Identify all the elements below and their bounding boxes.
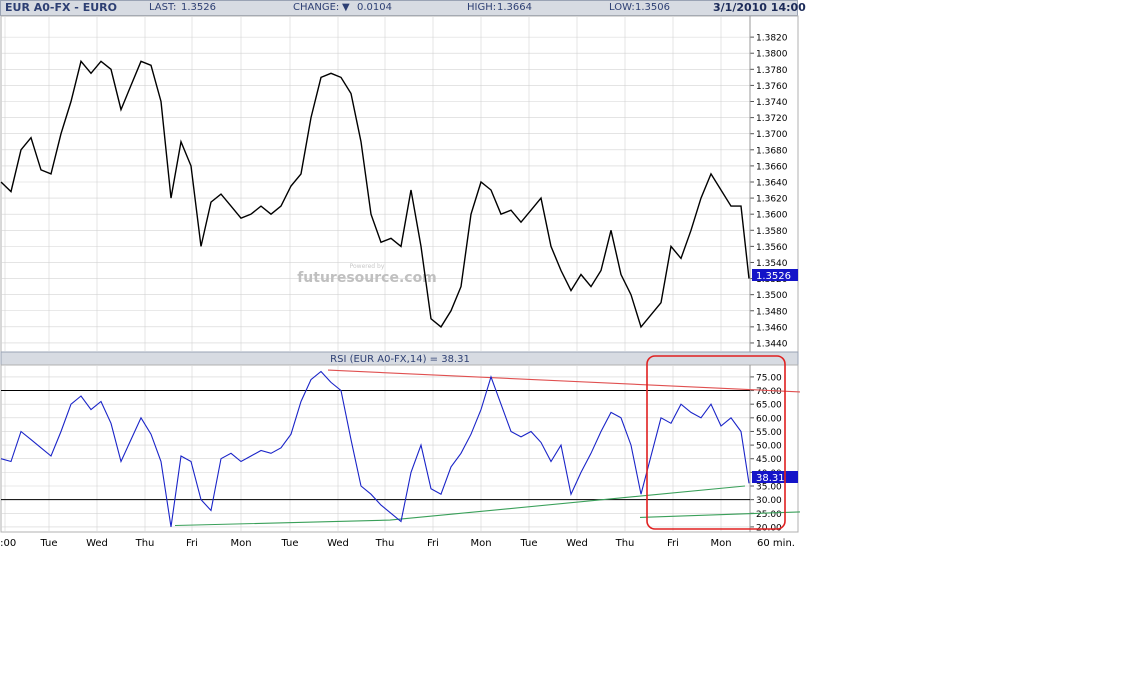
price-panel <box>0 15 799 353</box>
price-tick-label: 1.3600 <box>756 211 788 221</box>
x-tick-label: 5:00 <box>0 538 16 549</box>
chart-frame: EUR A0-FX - EURO LAST: 1.3526 CHANGE: ▼ … <box>0 0 806 550</box>
x-tick-label: Fri <box>667 538 679 549</box>
rsi-tick-label: 65.00 <box>756 401 782 411</box>
price-tick-label: 1.3820 <box>756 34 788 44</box>
rsi-tick-label: 25.00 <box>756 510 782 520</box>
x-tick-label: Mon <box>470 538 491 549</box>
x-tick-label: Fri <box>427 538 439 549</box>
x-tick-label: Tue <box>519 538 537 549</box>
price-tick-label: 1.3760 <box>756 82 788 92</box>
price-tick-label: 1.3500 <box>756 291 788 301</box>
x-tick-label: Wed <box>566 538 588 549</box>
x-tick-label: Thu <box>615 538 635 549</box>
price-tick-label: 1.3700 <box>756 130 788 140</box>
price-tick-label: 1.3460 <box>756 323 788 333</box>
watermark-brand: futuresource.com <box>297 270 437 286</box>
x-tick-label: Tue <box>39 538 57 549</box>
watermark-small: Powered by <box>350 263 385 270</box>
price-tick-label: 1.3580 <box>756 227 788 237</box>
rsi-tick-label: 30.00 <box>756 496 782 506</box>
price-tick-label: 1.3680 <box>756 146 788 156</box>
chart-svg: 1.3820 1.3800 1.3780 1.3760 1.3740 1.3720 1.37… <box>0 15 800 549</box>
price-tick-label: 1.3660 <box>756 162 788 172</box>
rsi-tick-label: 75.00 <box>756 373 782 383</box>
price-tick-label: 1.3560 <box>756 243 788 253</box>
price-tick-label: 1.3780 <box>756 66 788 76</box>
price-tick-label: 1.3800 <box>756 50 788 60</box>
x-tick-label: Mon <box>230 538 251 549</box>
price-tick-label: 1.3440 <box>756 339 788 349</box>
price-tick-label: 1.3480 <box>756 307 788 317</box>
price-tick-label: 1.3540 <box>756 259 788 269</box>
x-axis-labels: 5:00 Tue Wed Thu Fri Mon Tue Wed Thu Fri Mon Tue Wed… <box>0 538 732 549</box>
x-tick-label: Wed <box>86 538 108 549</box>
rsi-title: RSI (EUR A0-FX,14) = 38.31 <box>330 354 470 365</box>
rsi-tick-label: 45.00 <box>756 455 782 465</box>
x-tick-label: Mon <box>710 538 731 549</box>
rsi-tick-label: 50.00 <box>756 442 782 452</box>
x-tick-label: Fri <box>186 538 198 549</box>
rsi-tick-label: 35.00 <box>756 483 782 493</box>
rsi-tick-label: 55.00 <box>756 428 782 438</box>
x-tick-label: Thu <box>375 538 395 549</box>
price-tick-label: 1.3620 <box>756 195 788 205</box>
rsi-tick-label: 60.00 <box>756 414 782 424</box>
price-tick-label: 1.3740 <box>756 98 788 108</box>
rsi-tick-label: 70.00 <box>756 387 782 397</box>
price-tick-label: 1.3640 <box>756 178 788 188</box>
price-last-label: 1.3526 <box>756 271 791 282</box>
x-unit-label: 60 min. <box>757 538 795 549</box>
x-tick-label: Tue <box>280 538 298 549</box>
rsi-last-label: 38.31 <box>756 473 785 484</box>
x-tick-label: Thu <box>135 538 155 549</box>
x-tick-label: Wed <box>327 538 349 549</box>
price-tick-label: 1.3720 <box>756 114 788 124</box>
